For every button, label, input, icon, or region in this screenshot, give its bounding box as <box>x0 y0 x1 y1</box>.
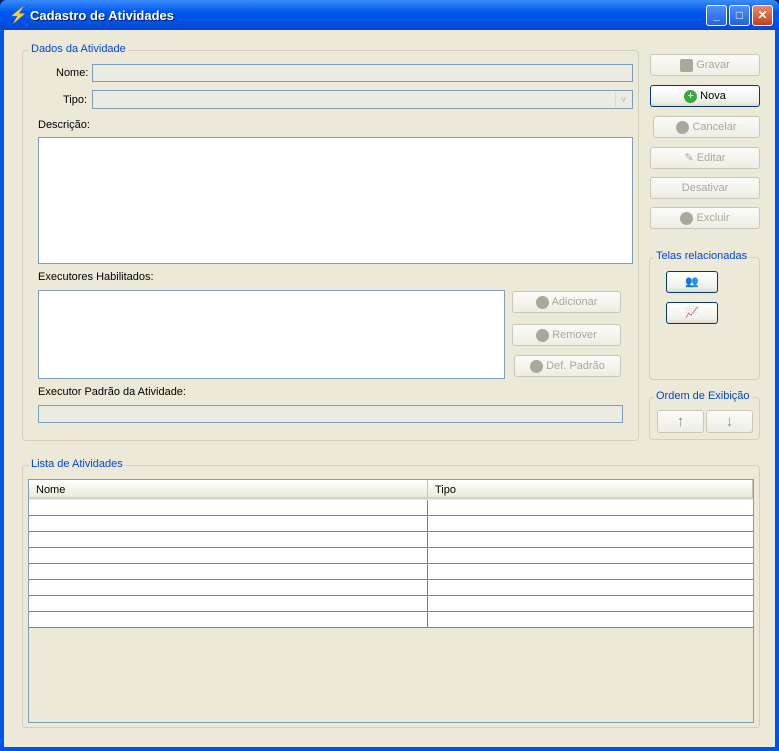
column-separator <box>427 548 428 564</box>
table-row[interactable] <box>29 564 753 580</box>
add-icon: + <box>684 89 698 103</box>
executor-padrao-label: Executor Padrão da Atividade: <box>38 386 186 398</box>
def-padrao-button[interactable]: Def. Padrão <box>514 355 621 377</box>
column-header-tipo[interactable]: Tipo <box>428 480 753 499</box>
adicionar-button[interactable]: Adicionar <box>512 291 621 313</box>
lightning-icon: ⚡ <box>9 7 28 24</box>
table-row[interactable] <box>29 580 753 596</box>
gravar-button[interactable]: Gravar <box>650 54 760 76</box>
users-icon <box>530 359 544 373</box>
excluir-label: Excluir <box>696 212 730 224</box>
cancel-icon <box>676 120 690 134</box>
close-button[interactable]: ✕ <box>752 5 773 26</box>
executores-label: Executores Habilitados: <box>38 271 154 283</box>
nova-button[interactable]: + Nova <box>650 85 760 107</box>
desativar-button[interactable]: Desativar <box>650 177 760 199</box>
minimize-button[interactable]: _ <box>706 5 727 26</box>
tipo-label: Tipo: <box>63 94 88 106</box>
move-up-button[interactable]: ↑ <box>657 410 704 433</box>
users-screen-button[interactable]: 👥 <box>666 271 718 293</box>
def-padrao-label: Def. Padrão <box>546 360 605 372</box>
telas-legend: Telas relacionadas <box>654 250 750 262</box>
users-icon: 👥 <box>685 276 699 288</box>
tipo-select[interactable]: ∨ <box>92 90 633 109</box>
column-separator <box>427 500 428 516</box>
column-separator <box>427 532 428 548</box>
column-separator <box>427 564 428 580</box>
table-row[interactable] <box>29 516 753 532</box>
adicionar-label: Adicionar <box>551 296 598 308</box>
arrow-down-icon: ↓ <box>725 412 734 430</box>
window-title: Cadastro de Atividades <box>30 8 175 23</box>
users-icon <box>535 295 549 309</box>
delete-icon <box>680 211 694 225</box>
users-icon <box>536 328 550 342</box>
table-row[interactable] <box>29 596 753 612</box>
column-separator <box>427 516 428 532</box>
table-row[interactable] <box>29 548 753 564</box>
arrow-up-icon: ↑ <box>676 412 685 430</box>
maximize-button[interactable]: □ <box>729 5 750 26</box>
descricao-label: Descrição: <box>38 119 90 131</box>
title-bar[interactable]: ⚡ Cadastro de Atividades _ □ ✕ <box>0 0 779 30</box>
atividades-table[interactable]: Nome Tipo <box>28 479 754 723</box>
gravar-label: Gravar <box>696 59 730 71</box>
dados-legend: Dados da Atividade <box>29 43 128 55</box>
window: ⚡ Cadastro de Atividades _ □ ✕ Dados da … <box>0 0 779 751</box>
nova-label: Nova <box>700 90 726 102</box>
column-separator <box>427 596 428 612</box>
cancelar-label: Cancelar <box>692 121 737 133</box>
client-area: Dados da Atividade Nome: Tipo: ∨ Descriç… <box>4 30 775 747</box>
remover-label: Remover <box>552 329 597 341</box>
column-header-nome[interactable]: Nome <box>29 480 428 499</box>
descricao-textarea[interactable] <box>38 137 633 264</box>
editar-button[interactable]: ✎ Editar <box>650 147 760 169</box>
chart-screen-button[interactable]: 📈 <box>666 302 718 324</box>
column-separator <box>427 612 428 628</box>
ordem-legend: Ordem de Exibição <box>654 390 752 402</box>
nome-label: Nome: <box>56 67 89 79</box>
move-down-button[interactable]: ↓ <box>706 410 753 433</box>
table-row[interactable] <box>29 500 753 516</box>
table-row[interactable] <box>29 612 753 628</box>
executores-list[interactable] <box>38 290 505 379</box>
excluir-button[interactable]: Excluir <box>650 207 760 229</box>
lista-legend: Lista de Atividades <box>29 458 125 470</box>
cancelar-button[interactable]: Cancelar <box>653 116 760 138</box>
pencil-icon: ✎ <box>684 152 694 164</box>
save-icon <box>680 58 694 72</box>
chevron-down-icon[interactable]: ∨ <box>615 92 631 107</box>
table-row[interactable] <box>29 532 753 548</box>
desativar-label: Desativar <box>681 182 729 194</box>
executor-padrao-input[interactable] <box>38 405 623 423</box>
chart-icon: 📈 <box>685 307 699 319</box>
nome-input[interactable] <box>92 64 633 82</box>
editar-label: Editar <box>696 152 726 164</box>
column-separator <box>427 580 428 596</box>
remover-button[interactable]: Remover <box>512 324 621 346</box>
